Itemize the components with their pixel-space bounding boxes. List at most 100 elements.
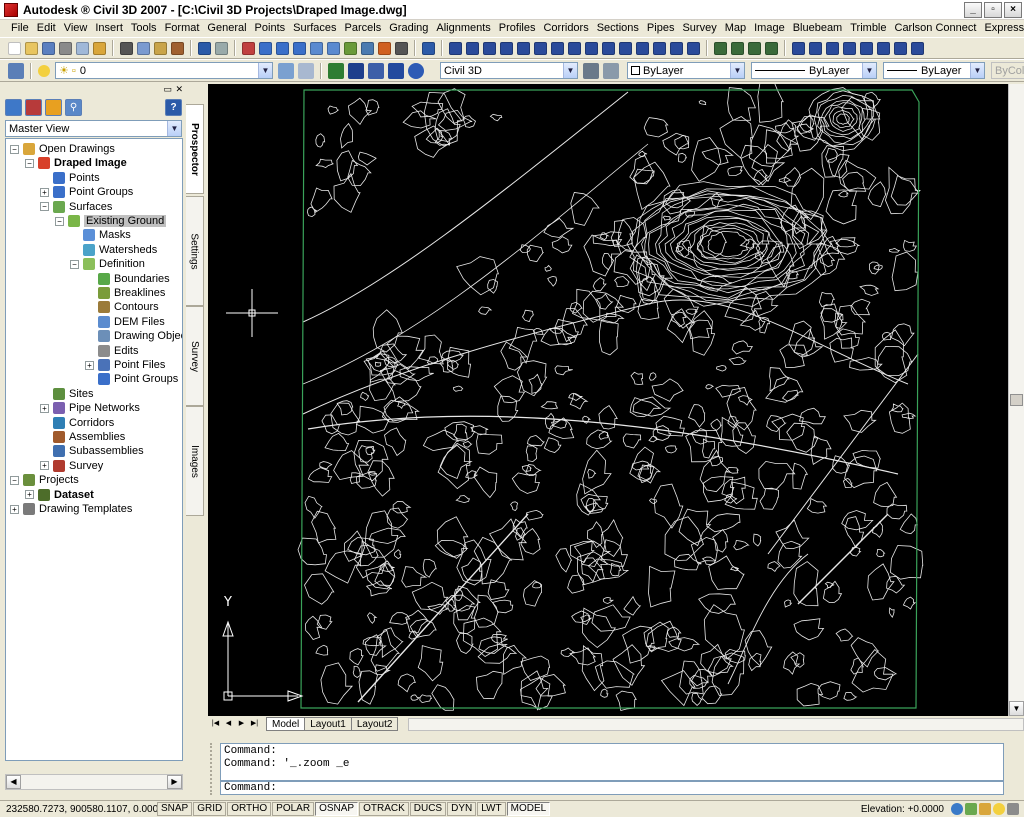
tree-item-sites[interactable]: Sites xyxy=(40,387,93,401)
scroll-right-icon[interactable]: ▶ xyxy=(167,775,182,789)
move-icon[interactable] xyxy=(877,41,890,55)
array-icon[interactable] xyxy=(860,41,873,55)
coordinate-readout[interactable]: 232580.7273, 900580.1107, 0.0000 xyxy=(0,804,164,815)
collapse-icon[interactable]: − xyxy=(10,475,19,485)
chevron-down-icon[interactable]: ▼ xyxy=(167,121,181,136)
menu-corridors[interactable]: Corridors xyxy=(539,20,592,37)
close-icon[interactable]: ✕ xyxy=(175,84,183,95)
tree-item-surfaces[interactable]: − Surfaces xyxy=(40,200,112,214)
prev-tab-icon[interactable]: ◀ xyxy=(223,718,234,730)
calculator-icon[interactable] xyxy=(395,41,408,55)
layer-previous-icon[interactable] xyxy=(298,62,314,79)
block-icon[interactable] xyxy=(585,41,598,55)
tab-settings[interactable]: Settings xyxy=(186,196,204,306)
civil3d-app-icon[interactable] xyxy=(4,2,18,17)
make-current-layer-icon[interactable] xyxy=(278,62,294,79)
map-icon[interactable] xyxy=(965,803,977,815)
tree-item-subassemblies[interactable]: Subassemblies xyxy=(40,444,144,458)
restore-button[interactable]: ▫ xyxy=(984,2,1002,18)
region-icon[interactable] xyxy=(653,41,666,55)
help-icon[interactable] xyxy=(422,41,435,55)
bulb-icon[interactable] xyxy=(993,803,1005,815)
layer-properties-icon[interactable] xyxy=(8,62,24,79)
leader-icon[interactable] xyxy=(731,41,744,55)
tree-item-masks[interactable]: Masks xyxy=(70,228,131,242)
scroll-thumb[interactable] xyxy=(1010,394,1023,406)
expand-icon[interactable]: + xyxy=(25,490,34,500)
tree-item-definition[interactable]: − Definition xyxy=(70,257,145,271)
status-ortho-button[interactable]: ORTHO xyxy=(227,802,272,816)
menu-pipes[interactable]: Pipes xyxy=(643,20,679,37)
markup-icon[interactable] xyxy=(378,41,391,55)
menu-format[interactable]: Format xyxy=(161,20,204,37)
open-file-icon[interactable] xyxy=(25,41,38,55)
menu-trimble[interactable]: Trimble xyxy=(846,20,890,37)
chevron-down-icon[interactable]: ▼ xyxy=(862,63,876,78)
save-icon[interactable] xyxy=(42,41,55,55)
status-ducs-button[interactable]: DUCS xyxy=(409,802,447,816)
chevron-down-icon[interactable]: ▼ xyxy=(258,63,272,78)
tree-item-watersheds[interactable]: Watersheds xyxy=(70,243,157,257)
tree-item-pipe-networks[interactable]: + Pipe Networks xyxy=(40,401,140,415)
center-mark-icon[interactable] xyxy=(765,41,778,55)
tree-item-existing-ground[interactable]: − Existing Ground xyxy=(55,214,167,228)
properties-icon[interactable] xyxy=(310,41,323,55)
style-grid-icon[interactable] xyxy=(603,62,619,79)
paste-icon[interactable] xyxy=(154,41,167,55)
command-grip[interactable] xyxy=(210,743,216,795)
cut-icon[interactable] xyxy=(120,41,133,55)
expand-icon[interactable]: + xyxy=(10,504,19,514)
menu-bluebeam[interactable]: Bluebeam xyxy=(789,20,847,37)
dimension-icon[interactable] xyxy=(714,41,727,55)
menu-insert[interactable]: Insert xyxy=(91,20,127,37)
line-icon[interactable] xyxy=(449,41,462,55)
layer-on-icon[interactable] xyxy=(38,64,50,77)
copy-object-icon[interactable] xyxy=(809,41,822,55)
point-icon[interactable] xyxy=(619,41,632,55)
mirror-icon[interactable] xyxy=(826,41,839,55)
tree-horizontal-scrollbar[interactable]: ◀ ▶ xyxy=(5,774,183,790)
tree-item-draped-image[interactable]: − Draped Image xyxy=(25,156,127,170)
spline-icon[interactable] xyxy=(551,41,564,55)
menu-map[interactable]: Map xyxy=(721,20,750,37)
zoom-window-icon[interactable] xyxy=(276,41,289,55)
polyline-icon[interactable] xyxy=(466,41,479,55)
print-icon[interactable] xyxy=(59,41,72,55)
status-osnap-button[interactable]: OSNAP xyxy=(315,802,359,816)
menu-general[interactable]: General xyxy=(203,20,250,37)
polygon-icon[interactable] xyxy=(483,41,496,55)
status-otrack-button[interactable]: OTRACK xyxy=(359,802,409,816)
search-icon[interactable]: ⚲ xyxy=(65,98,82,116)
offset-icon[interactable] xyxy=(843,41,856,55)
gradient-icon[interactable] xyxy=(636,41,649,55)
chevron-down-icon[interactable]: ▼ xyxy=(730,63,744,78)
menu-file[interactable]: File xyxy=(7,20,33,37)
scale-icon[interactable] xyxy=(911,41,924,55)
zoom-previous-icon[interactable] xyxy=(293,41,306,55)
copy-icon[interactable] xyxy=(137,41,150,55)
table-icon[interactable] xyxy=(670,41,683,55)
chevron-down-icon[interactable]: ▼ xyxy=(563,63,577,78)
status-dyn-button[interactable]: DYN xyxy=(447,802,477,816)
tree-item-dem-files[interactable]: DEM Files xyxy=(85,315,165,329)
drawing-area[interactable]: Y xyxy=(208,84,1008,716)
scroll-left-icon[interactable]: ◀ xyxy=(6,775,21,789)
menu-view[interactable]: View xyxy=(60,20,92,37)
menu-express[interactable]: Express xyxy=(980,20,1024,37)
undo-icon[interactable] xyxy=(198,41,211,55)
status-lwt-button[interactable]: LWT xyxy=(477,802,506,816)
menu-profiles[interactable]: Profiles xyxy=(495,20,540,37)
lock-icon[interactable] xyxy=(979,803,991,815)
mtext-icon[interactable] xyxy=(687,41,700,55)
eraser-tool-icon[interactable] xyxy=(368,62,384,79)
plot-preview-icon[interactable] xyxy=(76,41,89,55)
menu-sections[interactable]: Sections xyxy=(593,20,643,37)
hatch-icon[interactable] xyxy=(602,41,615,55)
tolerance-icon[interactable] xyxy=(748,41,761,55)
alert-icon[interactable] xyxy=(45,98,62,116)
publish-icon[interactable] xyxy=(93,41,106,55)
green-tool-icon[interactable] xyxy=(328,62,344,79)
tab-prospector[interactable]: Prospector xyxy=(186,104,204,194)
expand-icon[interactable]: + xyxy=(40,403,49,413)
rotate-icon[interactable] xyxy=(894,41,907,55)
